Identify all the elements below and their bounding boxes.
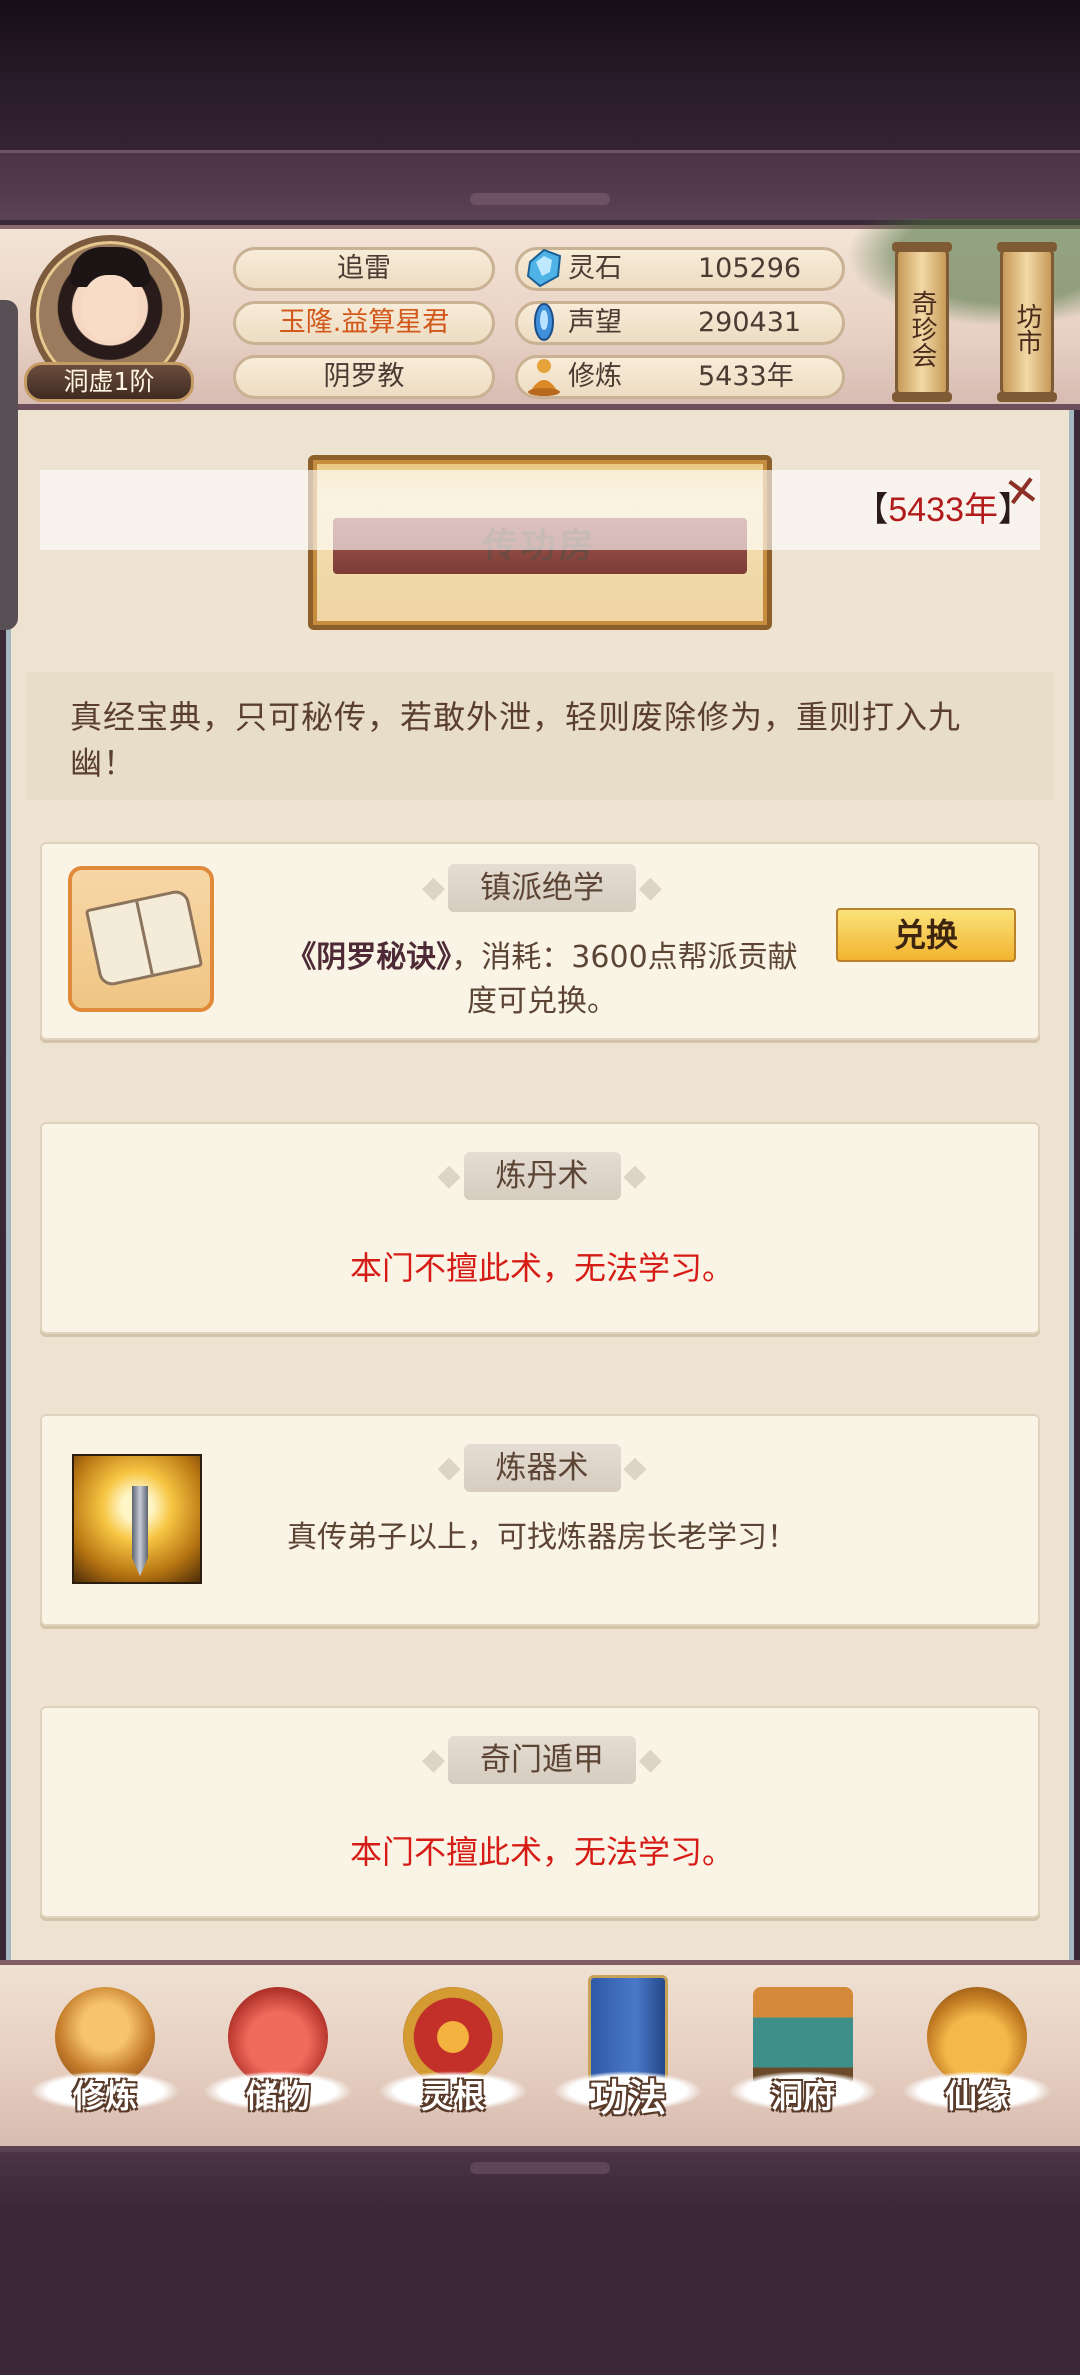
technique-card-qimen: 奇门遁甲 本门不擅此术，无法学习。 xyxy=(40,1706,1040,1918)
nav-item-cultivate[interactable]: 修炼 xyxy=(20,1975,190,2145)
card-body-text: ，消耗：3600点帮派贡献度可兑换。 xyxy=(451,940,798,1019)
cultivation-icon xyxy=(528,359,560,396)
reputation-icon xyxy=(534,303,554,341)
card-description: 真传弟子以上，可找炼器房长老学习！ xyxy=(287,1520,797,1555)
nav-item-storage[interactable]: 储物 xyxy=(193,1975,363,2145)
card-title: 炼器术 xyxy=(438,1444,647,1492)
bottom-nav: 修炼 储物 灵根 功法 洞府 仙缘 xyxy=(0,1960,1080,2152)
player-name: 追雷 xyxy=(233,247,495,291)
card-description: 本门不擅此术，无法学习。 xyxy=(349,1833,734,1871)
stat-cultivation: 修炼 5433年 xyxy=(515,355,845,399)
sword-icon xyxy=(132,1486,148,1576)
book-name: 《阴罗秘诀》 xyxy=(286,940,452,975)
card-description: 本门不擅此术，无法学习。 xyxy=(349,1249,734,1287)
side-handle[interactable] xyxy=(0,300,18,630)
nav-label: 灵根 xyxy=(420,2077,485,2115)
card-title: 镇派绝学 xyxy=(422,864,662,912)
stat-value: 105296 xyxy=(698,253,802,284)
year-value: 5433年 xyxy=(888,491,998,529)
card-title: 奇门遁甲 xyxy=(422,1736,662,1784)
nav-item-destiny[interactable]: 仙缘 xyxy=(892,1975,1062,2145)
market-button[interactable]: 坊市 xyxy=(997,242,1057,402)
bottom-ornament xyxy=(0,2152,1080,2212)
bracket-open: 【 xyxy=(854,491,889,529)
stat-label: 灵石 xyxy=(568,253,622,284)
nav-item-spirit-root[interactable]: 灵根 xyxy=(368,1975,538,2145)
stat-label: 声望 xyxy=(568,307,622,338)
player-header: 洞虚1阶 追雷 玉隆.益算星君 阴罗教 灵石 105296 声望 290431 … xyxy=(0,219,1080,410)
stat-value: 290431 xyxy=(698,307,802,338)
nav-label: 功法 xyxy=(589,2076,666,2120)
card-description: 《阴罗秘诀》，消耗：3600点帮派贡献度可兑换。 xyxy=(282,936,802,1024)
rank-badge: 洞虚1阶 xyxy=(24,362,194,402)
card-title: 炼丹术 xyxy=(438,1152,647,1200)
nav-label: 修炼 xyxy=(72,2077,137,2115)
stat-reputation: 声望 290431 xyxy=(515,301,845,345)
nav-label: 仙缘 xyxy=(944,2077,1009,2115)
avatar-button[interactable]: 洞虚1阶 xyxy=(24,229,195,409)
exchange-button[interactable]: 兑换 xyxy=(836,908,1016,962)
technique-card-forging: 炼器术 真传弟子以上，可找炼器房长老学习！ xyxy=(40,1414,1040,1626)
intro-text: 真经宝典，只可秘传，若敢外泄，轻则废除修为，重则打入九幽！ xyxy=(70,698,962,782)
spirit-stone-icon xyxy=(526,248,562,288)
stat-value: 5433年 xyxy=(698,361,794,392)
treasure-fair-button[interactable]: 奇珍会 xyxy=(892,242,952,402)
stat-spirit-stone: 灵石 105296 xyxy=(515,247,845,291)
player-title: 玉隆.益算星君 xyxy=(233,301,495,345)
top-ornament xyxy=(0,150,1080,220)
nav-item-cave-house[interactable]: 洞府 xyxy=(718,1975,888,2145)
technique-card-sect: 镇派绝学 《阴罗秘诀》，消耗：3600点帮派贡献度可兑换。 兑换 xyxy=(40,842,1040,1040)
sect-name: 阴罗教 xyxy=(233,355,495,399)
nav-label: 储物 xyxy=(245,2077,310,2115)
nav-item-techniques[interactable]: 功法 xyxy=(543,1975,713,2145)
nav-label: 洞府 xyxy=(770,2077,835,2115)
close-icon[interactable]: ✕ xyxy=(997,465,1047,518)
stat-label: 修炼 xyxy=(568,361,622,392)
avatar-face xyxy=(82,275,138,341)
technique-card-alchemy: 炼丹术 本门不擅此术，无法学习。 xyxy=(40,1122,1040,1334)
